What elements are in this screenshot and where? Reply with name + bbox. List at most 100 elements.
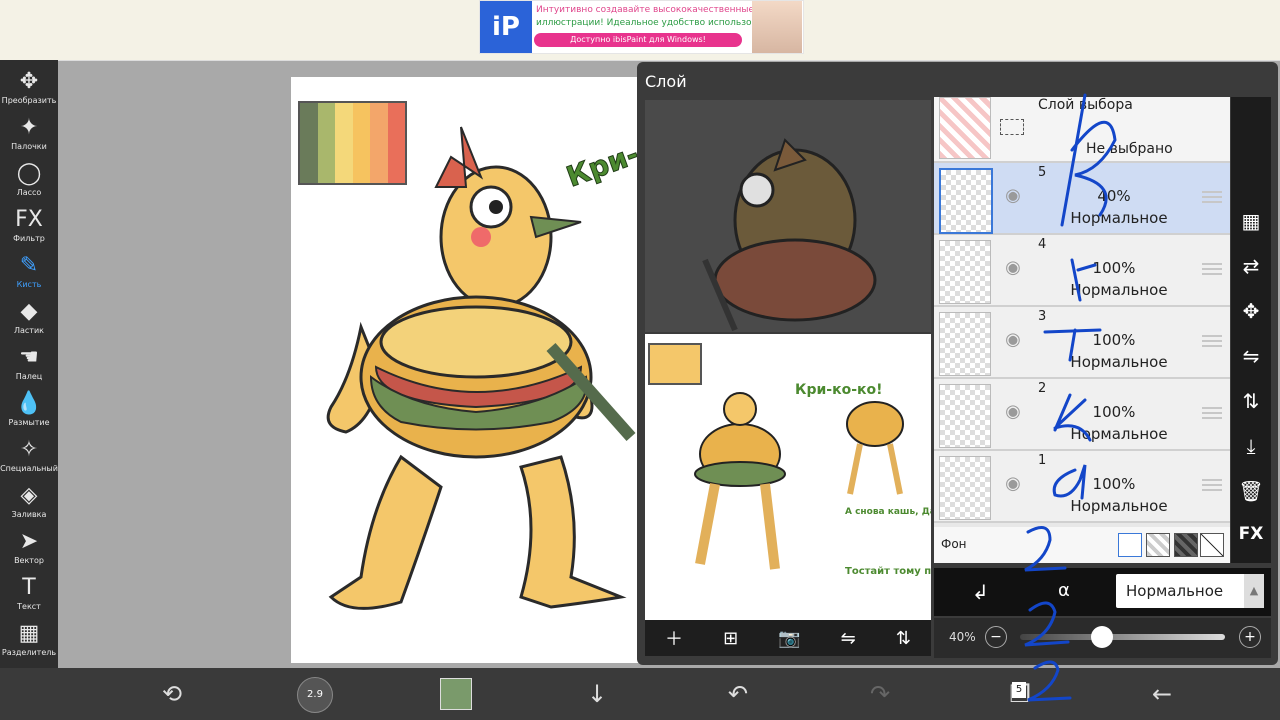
eye-icon[interactable]: ◉	[1000, 257, 1026, 278]
layer-opacity: 100%	[1092, 403, 1136, 421]
ad-button[interactable]: Доступно ibisPaint для Windows!	[534, 33, 742, 47]
brush-size-button[interactable]: 2.9	[297, 677, 333, 713]
layer-opacity: 100%	[1092, 475, 1136, 493]
tool-5[interactable]: ◆ Ластик	[0, 298, 58, 344]
tool-7[interactable]: 💧 Размытие	[0, 390, 58, 436]
bg-transparent-option[interactable]	[1146, 533, 1170, 557]
selection-layer-title: Слой выбора	[1038, 97, 1133, 113]
selection-layer-thumbnail	[939, 97, 991, 159]
swap-icon[interactable]: ⇄	[1231, 254, 1271, 278]
opacity-minus-button[interactable]: −	[985, 626, 1007, 648]
layer-number: 3	[1038, 309, 1047, 324]
selection-marquee-icon	[1000, 119, 1024, 135]
layer-thumbnail	[939, 384, 991, 448]
background-row[interactable]: Фон	[934, 527, 1230, 563]
layer-number: 2	[1038, 381, 1047, 396]
drawing-canvas[interactable]: Кри-ко-ко!	[291, 77, 651, 663]
drag-handle-icon[interactable]	[1202, 263, 1222, 277]
flip-h-icon[interactable]: ⇋	[1231, 344, 1271, 368]
preview-speech-text: Кри-ко-ко!	[795, 382, 883, 398]
undo-icon[interactable]: ↶	[718, 672, 758, 716]
bg-white-option[interactable]	[1118, 533, 1142, 557]
opacity-slider[interactable]	[1020, 634, 1225, 640]
tool-label: Палочки	[11, 142, 47, 151]
layer-list: Слой выбора Не выбрано ◉ 5 40% Нормальное ◉ 4…	[934, 97, 1230, 563]
layer-number: 4	[1038, 237, 1047, 252]
trash-icon[interactable]: 🗑	[1231, 479, 1271, 503]
tool-10[interactable]: ➤ Вектор	[0, 528, 58, 574]
layer-opacity: 100%	[1092, 259, 1136, 277]
tool-2[interactable]: ◯ Лассо	[0, 160, 58, 206]
tool-icon: 💧	[15, 391, 43, 416]
selection-layer-row[interactable]: Слой выбора Не выбрано	[934, 97, 1230, 163]
tool-icon: FX	[15, 207, 43, 232]
layer-blend-mode: Нормальное	[1070, 425, 1168, 443]
merge-down-icon[interactable]: ⤓	[1231, 434, 1271, 458]
checker-icon[interactable]: ▦	[1231, 209, 1271, 233]
tool-icon: ➤	[19, 529, 39, 554]
layer-opacity: 100%	[1092, 331, 1136, 349]
tool-label: Ластик	[13, 326, 44, 335]
tool-1[interactable]: ✦ Палочки	[0, 114, 58, 160]
tool-label: Преобразить	[1, 96, 57, 105]
tool-label: Палец	[15, 372, 43, 381]
add-layer-icon[interactable]: ＋	[665, 625, 683, 651]
layer-thumbnail	[939, 456, 991, 520]
layer-row-1[interactable]: ◉ 1 100% Нормальное	[934, 451, 1230, 523]
chevron-up-icon: ▲	[1244, 574, 1264, 608]
layer-row-2[interactable]: ◉ 2 100% Нормальное	[934, 379, 1230, 451]
tool-icon: ✎	[19, 253, 39, 278]
eye-icon[interactable]: ◉	[1000, 401, 1026, 422]
layer-count-badge: 5	[1012, 682, 1026, 698]
flip-v-icon[interactable]: ⇅	[1231, 389, 1271, 413]
layer-row-4[interactable]: ◉ 4 100% Нормальное	[934, 235, 1230, 307]
layer-thumbnail	[939, 312, 991, 376]
drag-handle-icon[interactable]	[1202, 407, 1222, 421]
back-arrow-icon[interactable]: ←	[1142, 672, 1182, 716]
tool-8[interactable]: ✧ Специальный	[0, 436, 58, 482]
add-folder-icon[interactable]: ⊞	[723, 628, 738, 649]
bg-none-option[interactable]	[1200, 533, 1224, 557]
tool-3[interactable]: FX Фильтр	[0, 206, 58, 252]
background-label: Фон	[941, 537, 967, 551]
current-color-button[interactable]	[440, 678, 472, 710]
rotate-canvas-icon[interactable]: ⇅	[896, 628, 911, 649]
layer-blend-mode: Нормальное	[1070, 353, 1168, 371]
layer-row-3[interactable]: ◉ 3 100% Нормальное	[934, 307, 1230, 379]
tool-label: Вектор	[14, 556, 44, 565]
layer-number: 1	[1038, 453, 1047, 468]
tool-0[interactable]: ✥ Преобразить	[0, 68, 58, 114]
drag-handle-icon[interactable]	[1202, 335, 1222, 349]
layer-row-5[interactable]: ◉ 5 40% Нормальное	[934, 163, 1230, 235]
bg-dark-option[interactable]	[1174, 533, 1198, 557]
alpha-lock-icon[interactable]: α	[1058, 580, 1070, 601]
tool-6[interactable]: ☚ Палец	[0, 344, 58, 390]
layer-preview-magnified	[645, 100, 931, 332]
eye-icon[interactable]: ◉	[1000, 185, 1026, 206]
transform-toggle-icon[interactable]: ⟲	[152, 672, 192, 716]
fx-icon[interactable]: FX	[1231, 524, 1271, 544]
tool-icon: ◈	[20, 483, 38, 508]
download-arrow-icon[interactable]: ↓	[577, 672, 617, 716]
drag-handle-icon[interactable]	[1202, 191, 1222, 205]
tool-11[interactable]: T Текст	[0, 574, 58, 620]
flip-canvas-icon[interactable]: ⇋	[841, 628, 856, 649]
tool-4[interactable]: ✎ Кисть	[0, 252, 58, 298]
tool-label: Заливка	[11, 510, 47, 519]
opacity-slider-knob[interactable]	[1091, 626, 1113, 648]
opacity-plus-button[interactable]: +	[1239, 626, 1261, 648]
camera-icon[interactable]: 📷	[778, 628, 800, 649]
opacity-label: 40%	[949, 630, 976, 644]
ad-banner[interactable]: iP Интуитивно создавайте высококачествен…	[479, 0, 804, 54]
clip-arrow-icon[interactable]: ↲	[972, 580, 989, 604]
drag-handle-icon[interactable]	[1202, 479, 1222, 493]
blend-mode-select[interactable]: Нормальное ▲	[1116, 574, 1264, 608]
tool-12[interactable]: ▦ Разделитель	[0, 620, 58, 666]
eye-icon[interactable]: ◉	[1000, 473, 1026, 494]
tool-9[interactable]: ◈ Заливка	[0, 482, 58, 528]
move-icon[interactable]: ✥	[1231, 299, 1271, 323]
layer-blend-mode: Нормальное	[1070, 497, 1168, 515]
eye-icon[interactable]: ◉	[1000, 329, 1026, 350]
tool-icon: ✦	[19, 115, 39, 140]
redo-icon[interactable]: ↷	[860, 672, 900, 716]
